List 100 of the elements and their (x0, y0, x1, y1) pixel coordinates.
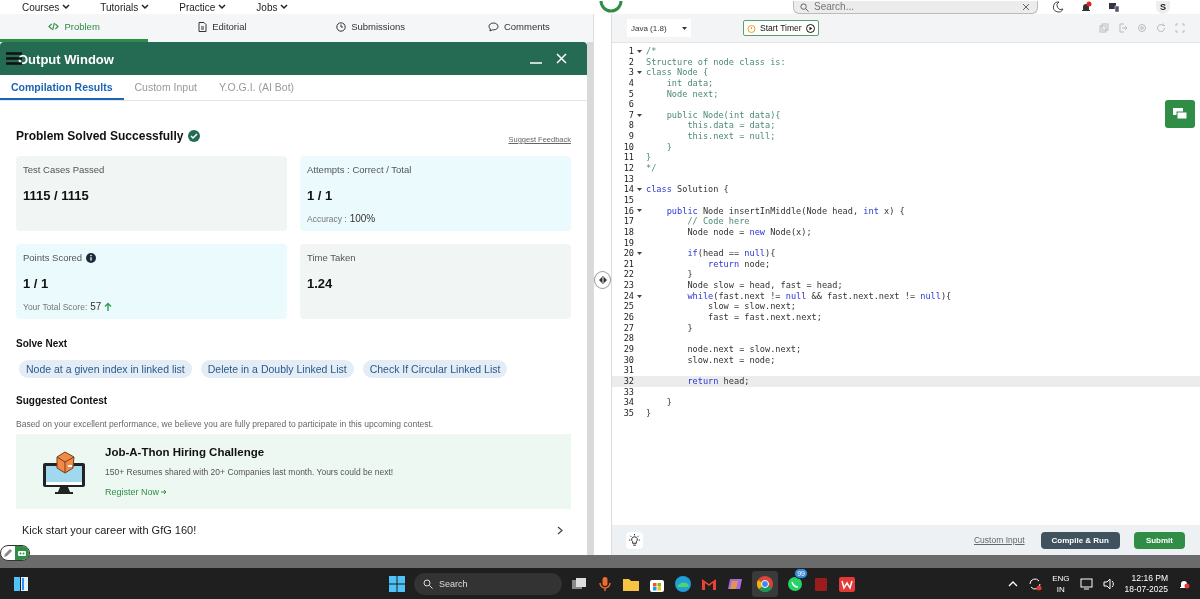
widgets-icon[interactable] (12, 574, 30, 593)
code-line: this.next = null; (686, 131, 776, 142)
code-line: node.next = slow.next; (686, 343, 802, 355)
problem-chip[interactable]: Check If Circular Linked List (362, 360, 508, 378)
fold-caret-icon[interactable] (636, 113, 642, 117)
tab[interactable]: Compilation Results (0, 75, 124, 100)
pen-icon[interactable] (1, 546, 15, 560)
contest-text: 150+ Resumes shared with 20+ Companies last month. Yours could be next! (105, 467, 394, 477)
search-icon (800, 2, 809, 12)
stat-value: 1.24 (307, 276, 334, 291)
custom-input-link[interactable]: Custom Input (974, 535, 1025, 545)
chevron-down-icon (280, 4, 289, 10)
code-icon (48, 22, 60, 31)
chat-bubble-icon[interactable] (786, 574, 804, 593)
contest-description: Based on your excellent performance, we believe you are fully prepared to participate in this upcoming contest. (16, 419, 435, 429)
lightbulb-icon[interactable] (628, 533, 641, 547)
document-icon (198, 21, 208, 32)
line-number: 18 (622, 226, 634, 238)
result-title: Problem Solved Successfully (16, 128, 184, 143)
taskbar-search[interactable]: Search (414, 572, 562, 595)
line-number: 10 (622, 141, 634, 153)
chevron-right-icon (557, 525, 563, 535)
fold-caret-icon[interactable] (636, 252, 642, 255)
logo-icon[interactable] (599, 1, 623, 13)
contest-title: Job-A-Thon Hiring Challenge (105, 446, 266, 458)
stat-label: Test Cases Passed (23, 164, 105, 175)
sync-icon[interactable] (1028, 576, 1043, 591)
fold-caret-icon[interactable] (636, 188, 642, 192)
line-number: 2 (627, 56, 634, 68)
line-number: 7 (627, 109, 634, 121)
search-field[interactable]: Search... (793, 0, 1038, 14)
volume-icon[interactable] (1102, 577, 1115, 590)
line-number: 5 (627, 88, 634, 100)
fold-caret-icon[interactable] (636, 209, 642, 213)
arrow-right-icon[interactable] (161, 489, 168, 495)
section-heading: Solve Next (16, 338, 69, 349)
fold-caret-icon[interactable] (636, 49, 642, 53)
splitter-handle[interactable] (594, 270, 611, 289)
start-timer-button[interactable]: Start Timer (743, 20, 819, 36)
browser-circle-icon (756, 574, 774, 593)
nav-link[interactable]: Jobs (256, 1, 278, 13)
nav-link[interactable]: Practice (179, 1, 216, 13)
code-line: Node node = new Node(x); (686, 226, 812, 238)
nav-link[interactable]: Tutorials (100, 1, 139, 13)
stat-label: Points Scored (23, 252, 83, 263)
microphone-icon[interactable] (596, 574, 614, 593)
tab[interactable]: Editorial (148, 14, 297, 42)
document-app-icon[interactable] (838, 574, 856, 593)
clock[interactable]: 12:16 PM 18-07-2025 (1124, 572, 1168, 595)
problem-chip[interactable]: Delete in a Doubly Linked List (200, 360, 354, 378)
line-number: 17 (622, 216, 634, 227)
code-line: */ (645, 163, 657, 174)
bell-icon[interactable] (1080, 1, 1092, 13)
code-line: int data; (665, 77, 714, 89)
avatar[interactable]: S (1156, 0, 1170, 14)
timer-icon (747, 23, 756, 33)
chat-icon[interactable] (1165, 100, 1195, 128)
nav-link[interactable]: Courses (22, 1, 60, 13)
windows-logo-icon[interactable] (388, 574, 406, 593)
robot-icon[interactable] (15, 546, 29, 560)
stat-label: Attempts : Correct / Total (307, 164, 412, 175)
chevron-up-icon[interactable] (1008, 580, 1019, 587)
compile-run-button[interactable]: Compile & Run (1040, 531, 1120, 549)
tab[interactable]: Comments (444, 14, 593, 42)
floating-widget[interactable] (0, 545, 30, 561)
line-number: 6 (627, 99, 634, 110)
line-number: 23 (622, 280, 634, 291)
language-dropdown[interactable]: Java (1.8) (627, 19, 691, 37)
stat-value: 1 / 1 (307, 188, 334, 203)
stat-value: 1 / 1 (23, 276, 50, 291)
browser-wave-icon[interactable] (674, 574, 692, 593)
code-line: public Node insertInMiddle(Node head, int x) { (665, 205, 905, 217)
speech-bubble-icon (487, 21, 499, 32)
code-line: Node next; (665, 88, 719, 100)
line-number: 29 (622, 343, 634, 355)
line-number: 24 (622, 290, 634, 302)
devices-icon[interactable] (1108, 1, 1120, 13)
clock-icon (336, 21, 347, 32)
register-link[interactable]: Register Now (105, 487, 160, 497)
moon-icon[interactable] (1052, 1, 1064, 13)
promo-banner[interactable]: Kick start your career with GfG 160! (16, 509, 571, 551)
submit-button[interactable]: Submit (1133, 531, 1185, 549)
monitor-icon[interactable] (1079, 577, 1093, 590)
line-number: 12 (622, 163, 634, 174)
code-line: } (665, 141, 672, 153)
code-line: slow.next = node; (686, 354, 776, 366)
fold-caret-icon[interactable] (636, 294, 642, 298)
line-number: 4 (627, 77, 634, 89)
code-line: class Solution { (645, 184, 729, 195)
problem-chip[interactable]: Node at a given index in linked list (19, 360, 192, 378)
arrow-up-icon (104, 302, 113, 311)
code-line: // Code here (686, 216, 750, 227)
fold-caret-icon[interactable] (636, 71, 642, 75)
code-line: } (645, 407, 652, 419)
stat-label: Time Taken (307, 252, 356, 263)
input-language[interactable]: ENG IN (1052, 572, 1070, 595)
code-line: } (686, 322, 693, 334)
active-app[interactable] (752, 570, 778, 597)
tab[interactable]: Submissions (296, 14, 445, 42)
close-icon[interactable] (1022, 2, 1030, 11)
